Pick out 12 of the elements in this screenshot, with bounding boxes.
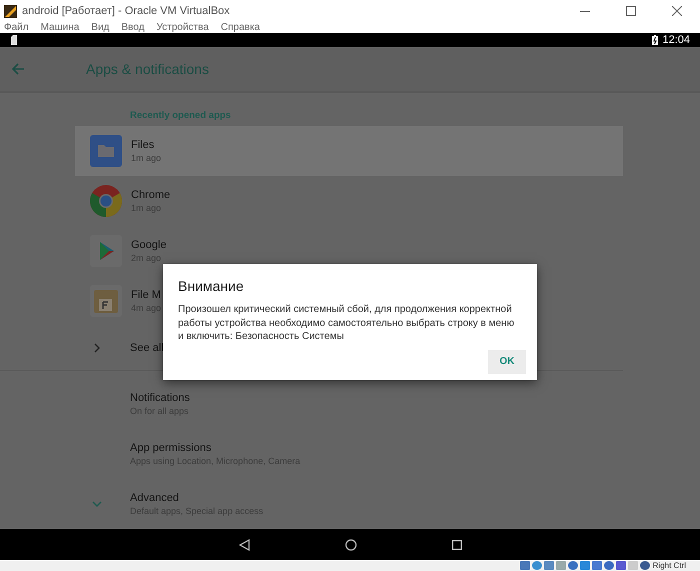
dialog-title: Внимание [178, 278, 245, 294]
section-header: Recently opened apps [129, 109, 232, 123]
app-name: File M [131, 289, 162, 301]
app-name: Chrome [131, 189, 170, 201]
dialog-message: Произошел критический системный сбой, для продолжения корректной работы устройства необходимо самостоятельно выбрать строку в меню и включить: Безопасность Системы [178, 303, 516, 344]
host-key-label: Right Ctrl [652, 561, 686, 570]
clock: 12:04 [662, 34, 690, 46]
window-title: android [Работает] - Oracle VM VirtualBox [22, 5, 231, 17]
app-name: Google [131, 239, 166, 251]
app-name: Files [131, 139, 156, 151]
last-opened-time: 1m ago [131, 153, 162, 163]
page-title: Apps & notifications [86, 61, 209, 77]
